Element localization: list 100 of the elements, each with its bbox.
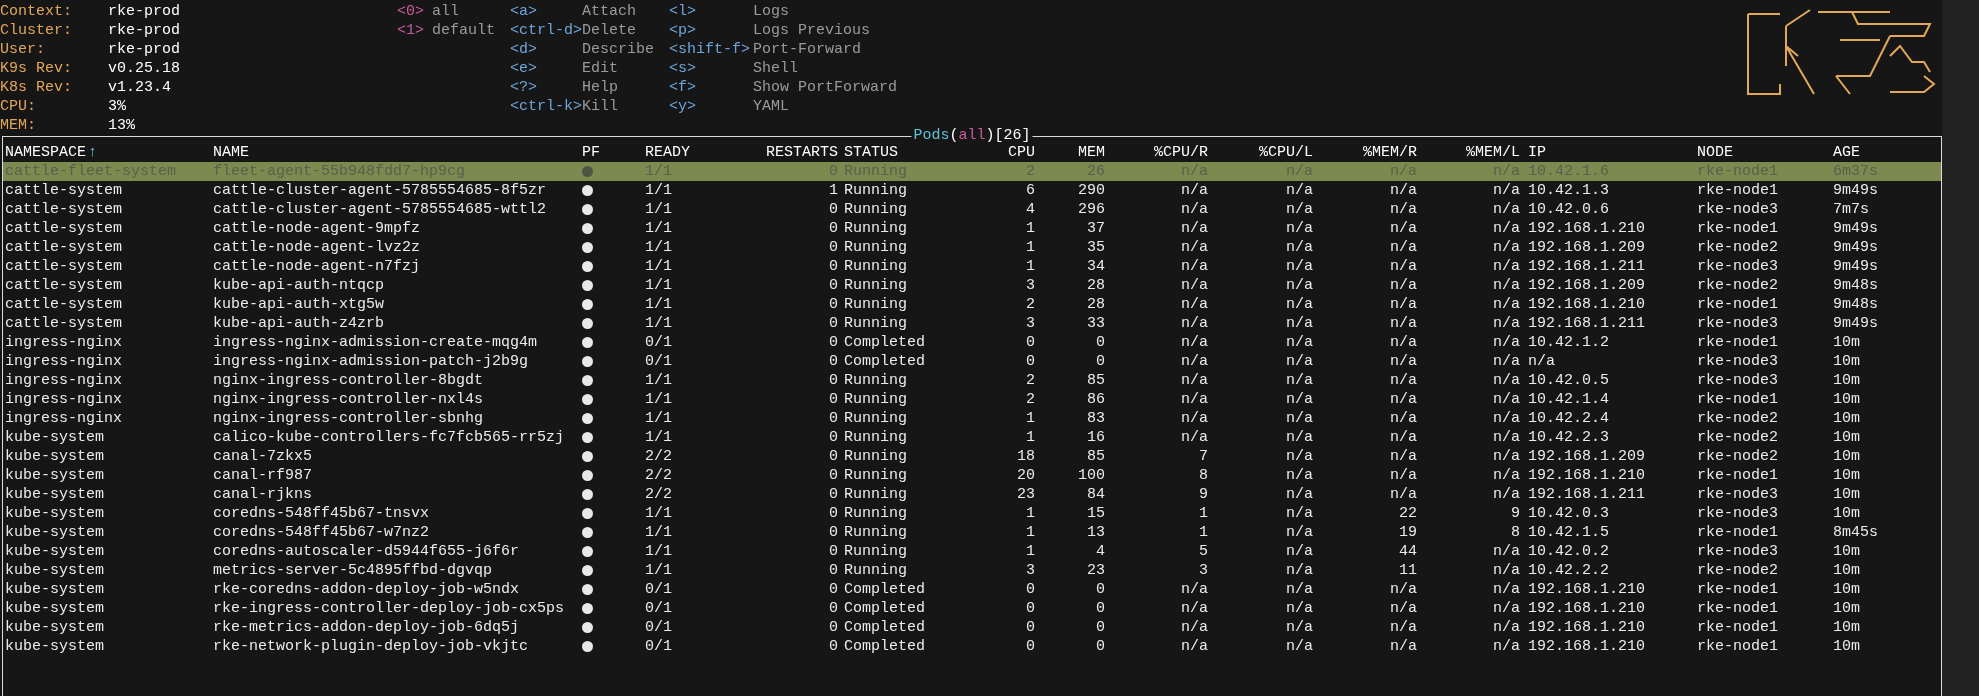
- table-cell: n/a: [1286, 219, 1313, 238]
- shortcut-key: <1>: [397, 21, 424, 40]
- table-cell: 0: [829, 523, 838, 542]
- table-cell: canal-7zkx5: [213, 448, 313, 465]
- table-cell: n/a: [1390, 466, 1417, 485]
- table-row[interactable]: kube-system canal-rf987 2/2 0 Running 20 100 8 n/a n/a n/a 192.168.1.210 rke-node1 10m: [3, 466, 1941, 485]
- table-cell: 8: [1199, 466, 1208, 485]
- table-cell: 0: [1026, 580, 1035, 599]
- table-row[interactable]: ingress-nginx ingress-nginx-admission-patch-j2b9g 0/1 0 Completed 0 0 n/a n/a n/a n/a n/a rke-node3 10m: [3, 352, 1941, 371]
- info-label: User:: [0, 40, 46, 59]
- table-row[interactable]: kube-system rke-ingress-controller-deploy-job-cx5ps 0/1 0 Completed 0 0 n/a n/a n/a n/a 192.168.1.210 rke-node1 10m: [3, 599, 1941, 618]
- table-cell: 0: [829, 637, 838, 656]
- table-cell: 5: [1199, 542, 1208, 561]
- table-cell: rke-node1: [1697, 581, 1778, 598]
- table-cell: n/a: [1181, 409, 1208, 428]
- table-cell: Running: [844, 524, 907, 541]
- table-row[interactable]: cattle-system kube-api-auth-xtg5w 1/1 0 Running 2 28 n/a n/a n/a n/a 192.168.1.210 rke-node1 9m48s: [3, 295, 1941, 314]
- table-cell: 192.168.1.210: [1528, 600, 1646, 617]
- table-cell: rke-node1: [1697, 391, 1778, 408]
- table-cell: n/a: [1493, 238, 1520, 257]
- table-row[interactable]: cattle-system cattle-cluster-agent-5785554685-8f5zr 1/1 1 Running 6 290 n/a n/a n/a n/a 10.42.1.3 rke-node1 9m49s: [3, 181, 1941, 200]
- table-row[interactable]: cattle-system cattle-node-agent-9mpfz 1/1 0 Running 1 37 n/a n/a n/a n/a 192.168.1.210 rke-node1 9m49s: [3, 219, 1941, 238]
- table-row[interactable]: kube-system coredns-548ff45b67-w7nz2 1/1 0 Running 1 13 1 n/a 19 8 10.42.1.5 rke-node1 8m45s: [3, 523, 1941, 542]
- table-row[interactable]: kube-system coredns-548ff45b67-tnsvx 1/1 0 Running 1 15 1 n/a 22 9 10.42.0.3 rke-node3 10m: [3, 504, 1941, 523]
- table-cell: rke-node3: [1697, 353, 1778, 370]
- table-cell: 28: [1087, 276, 1105, 295]
- column-header[interactable]: IP: [1528, 143, 1546, 162]
- column-header[interactable]: %MEM/L: [1466, 143, 1520, 162]
- table-cell: n/a: [1390, 276, 1417, 295]
- table-cell: 9: [1199, 485, 1208, 504]
- table-row[interactable]: cattle-system kube-api-auth-ntqcp 1/1 0 Running 3 28 n/a n/a n/a n/a 192.168.1.209 rke-node2 9m48s: [3, 276, 1941, 295]
- table-cell: Running: [844, 296, 907, 313]
- column-header[interactable]: NAME: [213, 143, 249, 162]
- column-header[interactable]: READY: [645, 143, 690, 162]
- table-cell: Completed: [844, 600, 925, 617]
- table-row[interactable]: cattle-system cattle-node-agent-lvz2z 1/1 0 Running 1 35 n/a n/a n/a n/a 192.168.1.209 rke-node2 9m49s: [3, 238, 1941, 257]
- table-cell: n/a: [1181, 257, 1208, 276]
- table-cell: n/a: [1528, 353, 1555, 370]
- table-row[interactable]: cattle-system cattle-node-agent-n7fzj 1/1 0 Running 1 34 n/a n/a n/a n/a 192.168.1.211 rke-node3 9m49s: [3, 257, 1941, 276]
- table-row[interactable]: kube-system rke-network-plugin-deploy-job-vkjtc 0/1 0 Completed 0 0 n/a n/a n/a n/a 192.168.1.210 rke-node1 10m: [3, 637, 1941, 656]
- table-cell: 0: [1096, 352, 1105, 371]
- table-cell: 11: [1399, 561, 1417, 580]
- table-row[interactable]: ingress-nginx nginx-ingress-controller-8bgdt 1/1 0 Running 2 85 n/a n/a n/a n/a 10.42.0.5 rke-node3 10m: [3, 371, 1941, 390]
- table-cell: n/a: [1286, 504, 1313, 523]
- table-cell: cattle-system: [5, 220, 123, 237]
- table-cell: 0: [829, 428, 838, 447]
- table-row[interactable]: cattle-system kube-api-auth-z4zrb 1/1 0 Running 3 33 n/a n/a n/a n/a 192.168.1.211 rke-node3 9m49s: [3, 314, 1941, 333]
- table-row[interactable]: kube-system coredns-autoscaler-d5944f655-j6f6r 1/1 0 Running 1 4 5 n/a 44 n/a 10.42.0.2 rke-node3 10m: [3, 542, 1941, 561]
- table-row[interactable]: kube-system canal-rjkns 2/2 0 Running 23 84 9 n/a n/a n/a 192.168.1.211 rke-node3 10m: [3, 485, 1941, 504]
- shortcut-key: <ctrl-d>: [510, 21, 582, 40]
- table-cell: 0/1: [645, 353, 672, 370]
- column-header[interactable]: %CPU/R: [1154, 143, 1208, 162]
- table-cell: n/a: [1390, 409, 1417, 428]
- table-row[interactable]: kube-system rke-coredns-addon-deploy-job-w5ndx 0/1 0 Completed 0 0 n/a n/a n/a n/a 192.168.1.210 rke-node1 10m: [3, 580, 1941, 599]
- table-cell: n/a: [1493, 257, 1520, 276]
- table-row[interactable]: cattle-system cattle-cluster-agent-5785554685-wttl2 1/1 0 Running 4 296 n/a n/a n/a n/a 10.42.0.6 rke-node3 7m7s: [3, 200, 1941, 219]
- table-row[interactable]: kube-system calico-kube-controllers-fc7fcb565-rr5zj 1/1 0 Running 1 16 n/a n/a n/a n/a 10.42.2.3 rke-node2 10m: [3, 428, 1941, 447]
- table-cell: 1/1: [645, 372, 672, 389]
- shortcut-label: Help: [582, 78, 618, 97]
- column-header[interactable]: CPU: [1008, 143, 1035, 162]
- table-row[interactable]: ingress-nginx nginx-ingress-controller-nxl4s 1/1 0 Running 2 86 n/a n/a n/a n/a 10.42.1.4 rke-node1 10m: [3, 390, 1941, 409]
- table-cell: 10m: [1833, 372, 1860, 389]
- table-cell: calico-kube-controllers-fc7fcb565-rr5zj: [213, 429, 565, 446]
- table-cell: n/a: [1390, 200, 1417, 219]
- table-cell: 0: [829, 618, 838, 637]
- table-cell: 10m: [1833, 581, 1860, 598]
- table-row[interactable]: kube-system canal-7zkx5 2/2 0 Running 18 85 7 n/a n/a n/a 192.168.1.209 rke-node2 10m: [3, 447, 1941, 466]
- table-row[interactable]: ingress-nginx ingress-nginx-admission-create-mqg4m 0/1 0 Completed 0 0 n/a n/a n/a n/a 10.42.1.2 rke-node1 10m: [3, 333, 1941, 352]
- table-cell: Completed: [844, 353, 925, 370]
- shortcut-key: <s>: [669, 59, 753, 78]
- column-header[interactable]: RESTARTS: [766, 143, 838, 162]
- table-cell: n/a: [1181, 580, 1208, 599]
- column-header[interactable]: %MEM/R: [1363, 143, 1417, 162]
- column-header[interactable]: MEM: [1078, 143, 1105, 162]
- table-row[interactable]: ingress-nginx nginx-ingress-controller-sbnhg 1/1 0 Running 1 83 n/a n/a n/a n/a 10.42.2.4 rke-node2 10m: [3, 409, 1941, 428]
- column-header[interactable]: NODE: [1697, 143, 1733, 162]
- table-cell: cattle-node-agent-lvz2z: [213, 239, 421, 256]
- table-cell: cattle-cluster-agent-5785554685-wttl2: [213, 201, 547, 218]
- column-header[interactable]: STATUS: [844, 143, 898, 162]
- table-cell: 4: [1026, 200, 1035, 219]
- table-cell: 0: [829, 542, 838, 561]
- column-header[interactable]: AGE: [1833, 143, 1860, 162]
- table-cell: 33: [1087, 314, 1105, 333]
- info-label: MEM:: [0, 116, 37, 135]
- table-cell: 1/1: [645, 277, 672, 294]
- table-cell: 86: [1087, 390, 1105, 409]
- column-header[interactable]: PF: [582, 143, 600, 162]
- table-cell: kube-system: [5, 429, 105, 446]
- column-header[interactable]: %CPU/L: [1259, 143, 1313, 162]
- column-header[interactable]: NAMESPACE: [5, 143, 86, 162]
- table-row[interactable]: kube-system rke-metrics-addon-deploy-job-6dq5j 0/1 0 Completed 0 0 n/a n/a n/a n/a 192.168.1.210 rke-node1 10m: [3, 618, 1941, 637]
- table-row[interactable]: kube-system metrics-server-5c4895ffbd-dgvqp 1/1 0 Running 3 23 3 n/a 11 n/a 10.42.2.2 rke-node2 10m: [3, 561, 1941, 580]
- shortcut-label: Delete: [582, 21, 636, 40]
- sort-indicator: ↑: [88, 143, 98, 162]
- table-cell: 10.42.1.3: [1528, 182, 1609, 199]
- table-cell: 9m48s: [1833, 296, 1878, 313]
- table-cell: 85: [1087, 371, 1105, 390]
- table-cell: 0: [1026, 352, 1035, 371]
- table-cell: 192.168.1.211: [1528, 258, 1646, 275]
- table-cell: 9m49s: [1833, 182, 1878, 199]
